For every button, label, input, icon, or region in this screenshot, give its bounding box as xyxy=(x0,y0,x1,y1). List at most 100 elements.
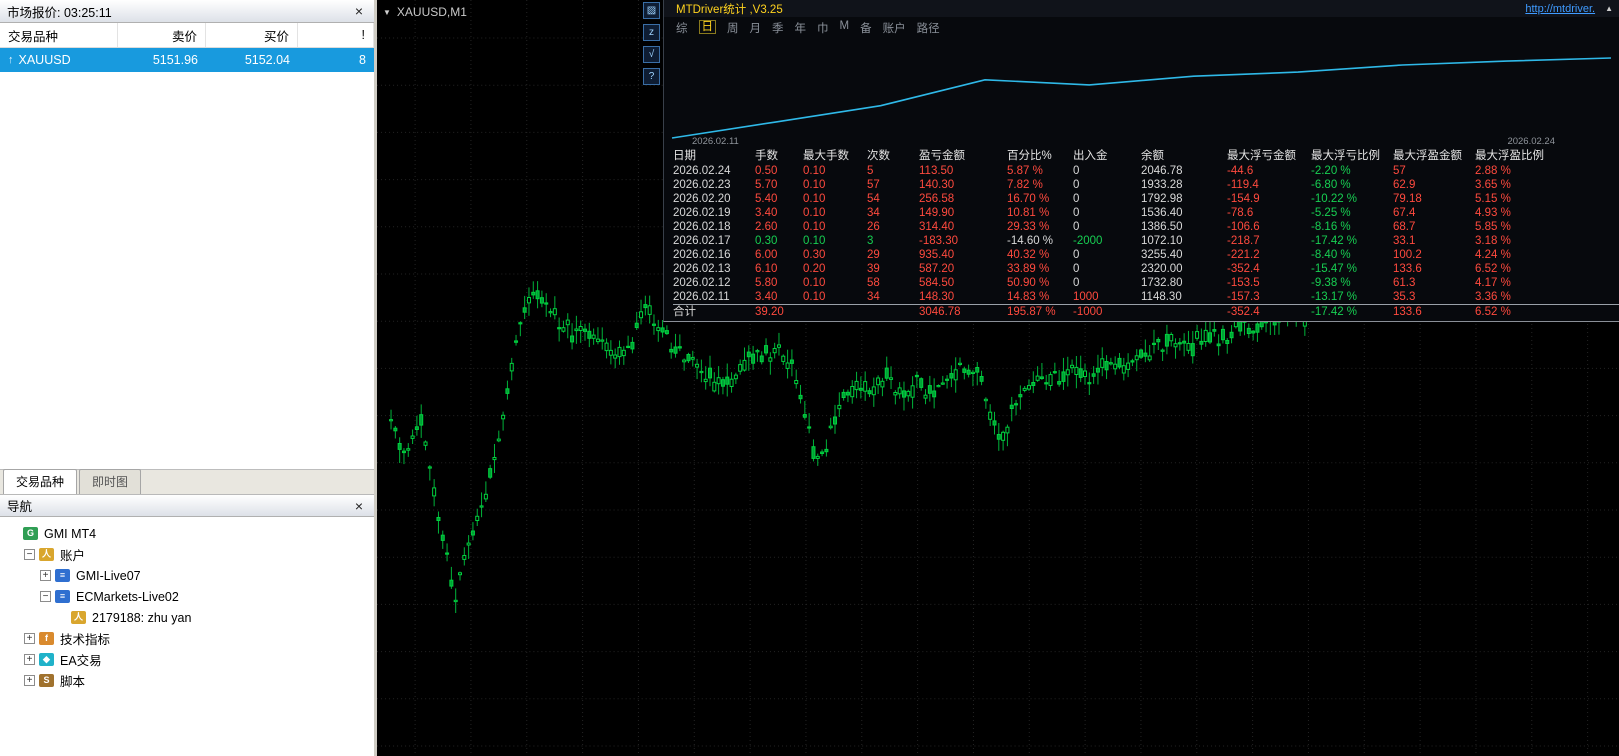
cell: 3.36 % xyxy=(1475,291,1511,303)
expand-icon[interactable]: + xyxy=(24,675,35,686)
cell: 4.93 % xyxy=(1475,207,1511,219)
cell: 256.58 xyxy=(919,193,955,205)
mtdriver-titlebar: MTDriver统计 ,V3.25 http://mtdriver. ▲ xyxy=(664,0,1619,17)
mtdriver-menu-M[interactable]: M xyxy=(840,20,850,34)
mtdriver-menu-季[interactable]: 季 xyxy=(772,20,784,35)
cell: -17.42 % xyxy=(1311,235,1358,247)
cell: 5.80 xyxy=(755,277,778,289)
scroll-up-icon[interactable]: ▲ xyxy=(1605,4,1613,13)
cell: 935.40 xyxy=(919,249,955,261)
cell: 0.10 xyxy=(803,277,826,289)
mtdriver-panel: MTDriver统计 ,V3.25 http://mtdriver. ▲ 综日周… xyxy=(663,0,1619,322)
cell: 314.40 xyxy=(919,221,955,233)
column-header: 百分比% xyxy=(1007,150,1052,162)
cell: -17.42 % xyxy=(1311,306,1358,318)
mtdriver-menu-备[interactable]: 备 xyxy=(860,20,872,35)
tree-item-user[interactable]: 人 2179188: zhu yan xyxy=(4,607,370,628)
cell: 0.10 xyxy=(803,193,826,205)
expand-icon[interactable]: + xyxy=(40,570,51,581)
tree-item-terminal[interactable]: G GMI MT4 xyxy=(4,523,370,544)
cell: 148.30 xyxy=(919,291,955,303)
market-watch-titlebar: 市场报价: 03:25:11 × xyxy=(0,0,374,23)
cell: 0.20 xyxy=(803,263,826,275)
chart-tool-button-4[interactable]: ? xyxy=(643,68,660,85)
cell: -153.5 xyxy=(1227,277,1260,289)
cell: 3.40 xyxy=(755,291,778,303)
cell: -106.6 xyxy=(1227,221,1260,233)
expand-icon[interactable]: + xyxy=(24,654,35,665)
column-header: 余额 xyxy=(1141,150,1164,162)
tree-item-label: 技术指标 xyxy=(60,633,111,647)
tree-item-account[interactable]: + ≡ GMI-Live07 xyxy=(4,565,370,586)
chart-tool-button-2[interactable]: z xyxy=(643,24,660,41)
tree-item-account[interactable]: − ≡ ECMarkets-Live02 xyxy=(4,586,370,607)
expand-icon[interactable]: + xyxy=(24,633,35,644)
tree-item-indicator[interactable]: + f 技术指标 xyxy=(4,628,370,649)
terminal-icon: G xyxy=(23,527,38,540)
tree-item-accounts[interactable]: − 人账户 xyxy=(4,544,370,565)
column-header-symbol[interactable]: 交易品种 xyxy=(0,23,118,47)
collapse-icon[interactable]: − xyxy=(24,549,35,560)
mtdriver-menu-年[interactable]: 年 xyxy=(795,20,807,35)
chart-tool-button-1[interactable]: ▨ xyxy=(643,2,660,19)
cell: 1536.40 xyxy=(1141,207,1183,219)
cell: -8.16 % xyxy=(1311,221,1351,233)
stats-header-row: 日期 手数 最大手数 次数 盈亏金额 百分比% 出入金 余额 最大浮亏金额 最大浮亏比例 最大浮盈金… xyxy=(673,148,1619,164)
cell: 3.65 % xyxy=(1475,179,1511,191)
mtdriver-link[interactable]: http://mtdriver. xyxy=(1525,3,1595,15)
chart-area[interactable]: ▼ XAUUSD,M1 ▨ z √? MTDriver统计 ,V3.25 http:… xyxy=(377,0,1619,756)
navigator-panel: 导航 × G GMI MT4− 人账户 + ≡ GMI-Live07− ≡ ECMarkets… xyxy=(0,494,374,756)
chart-tool-button-3[interactable]: √ xyxy=(643,46,660,63)
cell xyxy=(803,305,867,320)
mtdriver-menu-路径[interactable]: 路径 xyxy=(917,20,940,35)
cell: -10.22 % xyxy=(1311,193,1358,205)
cell: 35.3 xyxy=(1393,291,1416,303)
collapse-icon[interactable]: − xyxy=(40,591,51,602)
column-header: 出入金 xyxy=(1073,150,1108,162)
cell: -78.6 xyxy=(1227,207,1254,219)
stats-table: 日期 手数 最大手数 次数 盈亏金额 百分比% 出入金 余额 最大浮亏金额 最大浮亏比例 最大浮盈金… xyxy=(664,148,1619,320)
cell: 1792.98 xyxy=(1141,193,1183,205)
cell: -13.17 % xyxy=(1311,291,1358,303)
column-header-spread[interactable]: ! xyxy=(298,23,374,47)
tree-item-script[interactable]: + S 脚本 xyxy=(4,670,370,691)
cell: 0.10 xyxy=(803,165,826,177)
cell: 33.89 % xyxy=(1007,263,1050,275)
tab-tick-chart[interactable]: 即时图 xyxy=(79,469,142,494)
cell: 0 xyxy=(1073,263,1080,275)
column-header: 最大浮亏金额 xyxy=(1227,150,1296,162)
cell: 1732.80 xyxy=(1141,277,1183,289)
mtdriver-menu-巾[interactable]: 巾 xyxy=(817,20,829,35)
mtdriver-menu-综[interactable]: 综 xyxy=(676,20,688,35)
cell: -15.47 % xyxy=(1311,263,1358,275)
cell: 6.10 xyxy=(755,263,778,275)
cell: 5.15 % xyxy=(1475,193,1511,205)
cell: 40.32 % xyxy=(1007,249,1050,261)
cell: 79.18 xyxy=(1393,193,1422,205)
cell: -221.2 xyxy=(1227,249,1260,261)
mtdriver-menu-日[interactable]: 日 xyxy=(698,20,716,34)
column-header-bid[interactable]: 卖价 xyxy=(118,23,206,47)
close-icon[interactable]: × xyxy=(351,498,367,514)
cell: 16.70 % xyxy=(1007,193,1050,205)
mtdriver-menu-周[interactable]: 周 xyxy=(727,20,739,35)
tree-item-ea[interactable]: + ◆ EA交易 xyxy=(4,649,370,670)
column-header: 盈亏金额 xyxy=(919,150,965,162)
chevron-down-icon[interactable]: ▼ xyxy=(383,8,391,17)
mtdriver-menu-账户[interactable]: 账户 xyxy=(883,20,906,35)
accounts-icon: 人 xyxy=(39,548,54,561)
cell: 6.52 % xyxy=(1475,263,1511,275)
tab-symbols[interactable]: 交易品种 xyxy=(3,469,78,494)
indicator-icon: f xyxy=(39,632,54,645)
bid-price: 5151.96 xyxy=(152,53,198,67)
cell: 6.00 xyxy=(755,249,778,261)
column-header-ask[interactable]: 买价 xyxy=(206,23,298,47)
symbol-row-xauusd[interactable]: ↑ XAUUSD 5151.96 5152.04 8 xyxy=(0,48,374,72)
close-icon[interactable]: × xyxy=(351,3,367,19)
cell: 0 xyxy=(1073,165,1080,177)
cell: 0 xyxy=(1073,221,1080,233)
mtdriver-menu-月[interactable]: 月 xyxy=(750,20,762,35)
cell: 26 xyxy=(867,221,880,233)
cell: -2000 xyxy=(1073,235,1103,247)
cell: 0.30 xyxy=(755,235,778,247)
